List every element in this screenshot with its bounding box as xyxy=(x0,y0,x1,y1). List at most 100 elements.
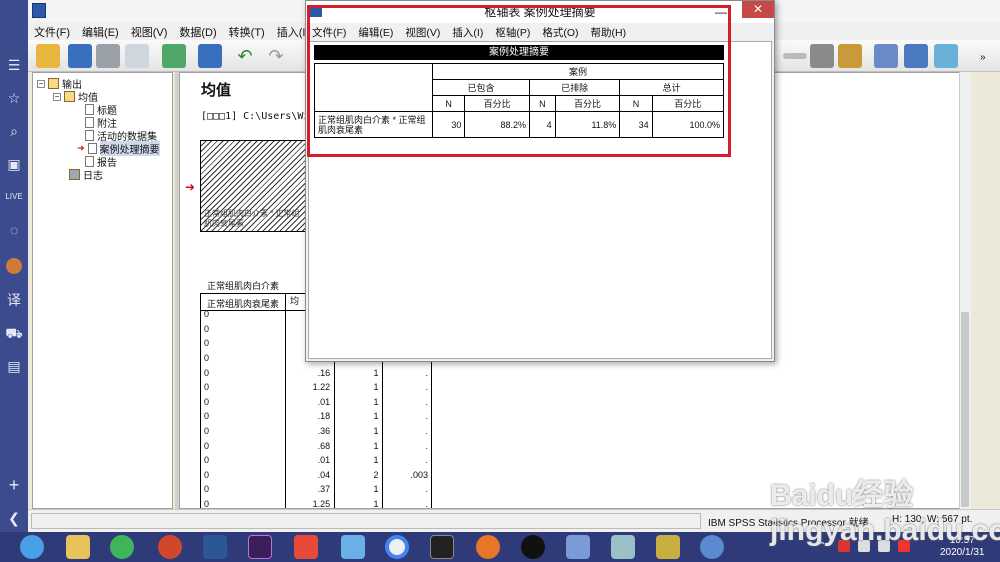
chat-icon[interactable]: ◌ xyxy=(4,220,24,240)
cart-icon[interactable]: ⛟ xyxy=(4,323,24,343)
arrow-marker-icon: ➜ xyxy=(77,143,85,153)
table-cell: . xyxy=(425,396,428,407)
toolbar-overflow-icon[interactable]: » xyxy=(980,52,986,63)
designate-window-icon[interactable] xyxy=(810,44,834,68)
recall-dialog-icon[interactable] xyxy=(198,44,222,68)
table-cell: . xyxy=(425,367,428,378)
doc-icon xyxy=(85,117,94,128)
collapse-icon[interactable]: ❮ xyxy=(4,508,24,528)
table-cell: .16 xyxy=(317,367,331,378)
chrome-icon[interactable] xyxy=(385,535,409,559)
menu-transform[interactable]: 转换(T) xyxy=(223,22,271,40)
app-icon xyxy=(32,3,46,18)
report-caption: 正常组肌肉白介素 xyxy=(207,281,280,291)
qq-icon[interactable] xyxy=(521,535,545,559)
redo-icon[interactable]: ↷ xyxy=(264,44,288,68)
status-field xyxy=(31,513,701,529)
table-cell: 1.25 xyxy=(312,499,331,509)
vertical-scrollbar[interactable] xyxy=(959,72,971,509)
app-icon[interactable] xyxy=(476,535,500,559)
spss-data-icon[interactable] xyxy=(656,535,680,559)
word-icon[interactable] xyxy=(203,535,227,559)
toolbar-divider-icon xyxy=(783,53,807,59)
output-tool-icon[interactable] xyxy=(904,44,928,68)
output-navigator: − 输出 − 均值 标题 附注 活动的数据集 ➜ 案例处理摘要 报告 日志 xyxy=(32,72,173,509)
page-title: 均值 xyxy=(201,82,232,99)
doc-icon xyxy=(85,130,94,141)
table-cell: .18 xyxy=(317,411,331,422)
video-icon[interactable]: ▣ xyxy=(4,154,24,174)
table-cell: 0 xyxy=(204,396,210,407)
table-row: 0 .01 1. xyxy=(200,395,432,410)
menu-data[interactable]: 数据(D) xyxy=(173,22,222,40)
table-cell: 0 xyxy=(204,440,210,451)
app-icon[interactable] xyxy=(566,535,590,559)
table-row: 0 .37 1. xyxy=(200,482,432,497)
script-tool-icon[interactable] xyxy=(934,44,958,68)
spss-viewer-icon[interactable] xyxy=(700,535,724,559)
star-icon[interactable]: ☆ xyxy=(4,88,24,108)
doc-icon xyxy=(85,156,94,167)
highlight-annotation-box xyxy=(307,5,731,157)
powerpoint-icon[interactable] xyxy=(158,535,182,559)
menu-edit[interactable]: 编辑(E) xyxy=(76,22,125,40)
translate-icon[interactable]: 译 xyxy=(4,290,24,310)
collapse-toggle-icon[interactable]: − xyxy=(53,92,61,101)
app-icon[interactable] xyxy=(294,535,318,559)
table-cell: 1 xyxy=(373,455,379,466)
plus-icon[interactable]: + xyxy=(4,475,24,495)
book-tool-icon[interactable] xyxy=(838,44,862,68)
table-cell: 0 xyxy=(204,367,210,378)
table-cell: . xyxy=(425,382,428,393)
table-cell: 1 xyxy=(373,396,379,407)
hatched-row-label: 正常组肌肉白介素 * 正常组肌肉衰尾素 xyxy=(204,209,300,228)
save-icon[interactable] xyxy=(68,44,92,68)
table-cell: . xyxy=(425,499,428,509)
avatar[interactable] xyxy=(4,256,24,276)
wechat-icon[interactable] xyxy=(110,535,134,559)
doc-icon xyxy=(87,143,97,154)
menu-file[interactable]: 文件(F) xyxy=(28,22,76,40)
chat-app-icon[interactable] xyxy=(341,535,365,559)
print-preview-icon[interactable] xyxy=(125,44,149,68)
table-row: 0 .04 2 .003 xyxy=(200,468,432,483)
table-cell: .68 xyxy=(317,440,331,451)
search-icon[interactable]: ⌕ xyxy=(4,121,24,141)
open-folder-icon[interactable] xyxy=(36,44,60,68)
table-cell: 1 xyxy=(373,484,379,495)
table-cell: 0 xyxy=(204,382,210,393)
live-icon[interactable]: LIVE xyxy=(4,187,24,207)
premiere-icon[interactable] xyxy=(248,535,272,559)
table-cell: 0 xyxy=(204,323,210,334)
print-icon[interactable] xyxy=(96,44,120,68)
table-cell: 1 xyxy=(373,367,379,378)
browser-app-icon[interactable] xyxy=(20,535,44,559)
doc-icon xyxy=(85,104,94,115)
table-cell: 0 xyxy=(204,499,210,509)
table-cell: . xyxy=(425,426,428,437)
command-line: [□□□1] C:\Users\Wi xyxy=(201,111,310,122)
chart-tool-icon[interactable] xyxy=(874,44,898,68)
app-icon[interactable] xyxy=(611,535,635,559)
undo-icon[interactable]: ↶ xyxy=(233,44,257,68)
table-cell: 0 xyxy=(204,338,210,349)
table-cell: 1 xyxy=(373,440,379,451)
list-icon[interactable]: ☰ xyxy=(4,55,24,75)
menu-view[interactable]: 视图(V) xyxy=(125,22,174,40)
table-row: 0 1.25 1. xyxy=(200,497,432,509)
log-icon xyxy=(69,169,80,180)
file-explorer-icon[interactable] xyxy=(66,535,90,559)
table-cell: . xyxy=(425,440,428,451)
close-button[interactable]: ✕ xyxy=(742,1,774,18)
output-book-icon xyxy=(48,78,59,89)
tree-item-log[interactable]: 日志 xyxy=(69,167,103,182)
book-icon[interactable]: ▤ xyxy=(4,356,24,376)
video-editor-icon[interactable] xyxy=(430,535,454,559)
table-row: 0 .16 1. xyxy=(200,365,432,380)
table-cell: .01 xyxy=(317,455,331,466)
table-row: 0 .36 1. xyxy=(200,424,432,439)
table-cell: . xyxy=(425,484,428,495)
export-icon[interactable] xyxy=(162,44,186,68)
collapse-toggle-icon[interactable]: − xyxy=(37,79,45,88)
table-cell: .003 xyxy=(410,469,428,480)
